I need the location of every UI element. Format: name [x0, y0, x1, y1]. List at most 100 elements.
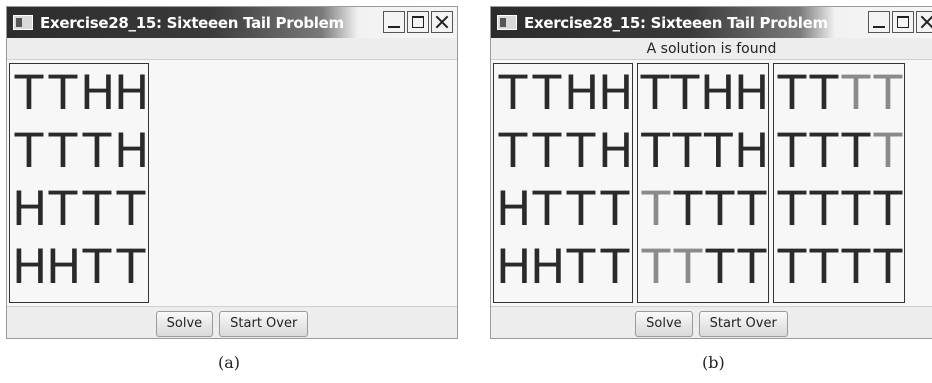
coin-cell: T [873, 66, 903, 121]
title-bar[interactable]: Exercise28_15: Sixteeen Tail Problem [491, 7, 932, 38]
figure-caption-b: (b) [702, 353, 725, 372]
coin-cell: H [564, 66, 600, 121]
coin-cell: T [641, 240, 671, 295]
coin-cell: T [600, 182, 630, 237]
close-icon[interactable] [431, 11, 453, 33]
coin-cell: H [496, 240, 532, 295]
coin-cell: T [873, 124, 903, 179]
coin-row: TTHH [10, 66, 150, 122]
coin-cell: T [737, 240, 767, 295]
coin-row: TTTT [774, 66, 904, 122]
start-over-button[interactable]: Start Over [698, 311, 788, 337]
coin-cell[interactable]: T [12, 66, 46, 122]
coin-cell[interactable]: T [80, 240, 114, 296]
coin-cell: H [734, 66, 770, 121]
coin-cell: T [841, 66, 871, 121]
coin-row: TTTT [774, 240, 904, 296]
coin-cell[interactable]: T [46, 124, 80, 180]
maximize-icon[interactable] [407, 11, 429, 33]
coin-cell: T [777, 66, 807, 121]
coin-row: TTTH [494, 124, 634, 180]
coin-cell: T [670, 66, 700, 121]
coin-cell[interactable]: H [80, 66, 115, 122]
coin-row: HTTT [10, 182, 148, 238]
coin-cell: H [733, 124, 770, 179]
coin-cell: T [532, 182, 562, 237]
coin-cell: T [672, 124, 702, 179]
coin-cell: H [598, 66, 634, 121]
coin-cell[interactable]: T [80, 182, 114, 238]
grid-panel: TTHHTTTHHTTTHHTT [7, 59, 457, 307]
coin-row: TTTT [774, 182, 904, 238]
window-controls [381, 11, 453, 33]
coin-cell: H [598, 124, 634, 179]
solve-button[interactable]: Solve [635, 311, 693, 337]
button-bar: Solve Start Over [7, 310, 457, 338]
coin-cell: T [641, 124, 671, 179]
app-window-a: Exercise28_15: Sixteeen Tail Problem TTH… [6, 6, 458, 339]
coin-cell: T [809, 240, 839, 295]
close-icon[interactable] [916, 11, 932, 33]
minimize-icon[interactable] [383, 11, 405, 33]
coin-grid: TTHHTTTHHTTTHHTT [493, 63, 633, 303]
coin-grid: TTHHTTTHHTTTHHTT [9, 63, 149, 303]
coin-cell: T [809, 182, 839, 237]
coin-cell[interactable]: H [12, 182, 47, 238]
window-controls [866, 11, 932, 33]
coin-grid: TTTTTTTTTTTTTTTT [773, 63, 905, 303]
coin-cell: T [705, 182, 735, 237]
coin-cell[interactable]: T [114, 182, 148, 238]
coin-cell: T [673, 182, 703, 237]
coin-cell: T [641, 182, 671, 237]
coin-cell[interactable]: T [80, 124, 114, 180]
coin-cell[interactable]: T [12, 124, 46, 180]
coin-row: TTHH [494, 66, 634, 122]
coin-cell: T [532, 124, 562, 179]
coin-cell: T [498, 66, 528, 121]
coin-cell: T [640, 66, 670, 121]
coin-cell[interactable]: H [46, 240, 81, 296]
coin-row: TTTT [638, 240, 768, 296]
start-over-button[interactable]: Start Over [219, 311, 309, 337]
title-bar[interactable]: Exercise28_15: Sixteeen Tail Problem [7, 7, 457, 38]
coin-cell: T [498, 124, 528, 179]
coin-cell: T [705, 240, 735, 295]
coin-cell: T [777, 124, 807, 179]
window-title: Exercise28_15: Sixteeen Tail Problem [40, 13, 344, 32]
coin-cell: T [566, 124, 596, 179]
java-app-icon[interactable] [13, 15, 33, 30]
coin-cell: T [737, 182, 767, 237]
coin-cell[interactable]: T [46, 66, 80, 122]
maximize-icon[interactable] [892, 11, 914, 33]
coin-cell: H [700, 66, 736, 121]
coin-cell[interactable]: T [114, 240, 148, 296]
coin-cell: T [673, 240, 703, 295]
coin-cell[interactable]: H [12, 240, 47, 296]
coin-cell: T [777, 182, 807, 237]
coin-row: HHTT [10, 240, 148, 296]
window-title: Exercise28_15: Sixteeen Tail Problem [524, 13, 828, 32]
coin-cell: T [809, 124, 839, 179]
status-label [7, 39, 457, 59]
coin-cell: H [530, 240, 566, 295]
java-app-icon[interactable] [497, 15, 517, 30]
coin-cell[interactable]: H [114, 124, 149, 180]
coin-cell: H [496, 182, 532, 237]
coin-cell: T [566, 240, 596, 295]
minimize-icon[interactable] [868, 11, 890, 33]
coin-cell: T [532, 66, 562, 121]
coin-cell: T [873, 182, 903, 237]
coin-cell[interactable]: T [46, 182, 80, 238]
coin-row: TTTH [638, 124, 770, 180]
coin-row: TTHH [638, 66, 770, 122]
coin-row: TTTT [774, 124, 904, 180]
coin-cell: T [841, 240, 871, 295]
coin-row: HHTT [494, 240, 632, 296]
coin-cell: T [841, 124, 871, 179]
coin-row: TTTT [638, 182, 768, 238]
app-window-b: Exercise28_15: Sixteeen Tail Problem A s… [490, 6, 932, 339]
coin-cell: T [809, 66, 839, 121]
solve-button[interactable]: Solve [155, 311, 214, 337]
coin-cell[interactable]: H [114, 66, 149, 122]
figure-caption-a: (a) [218, 353, 241, 372]
